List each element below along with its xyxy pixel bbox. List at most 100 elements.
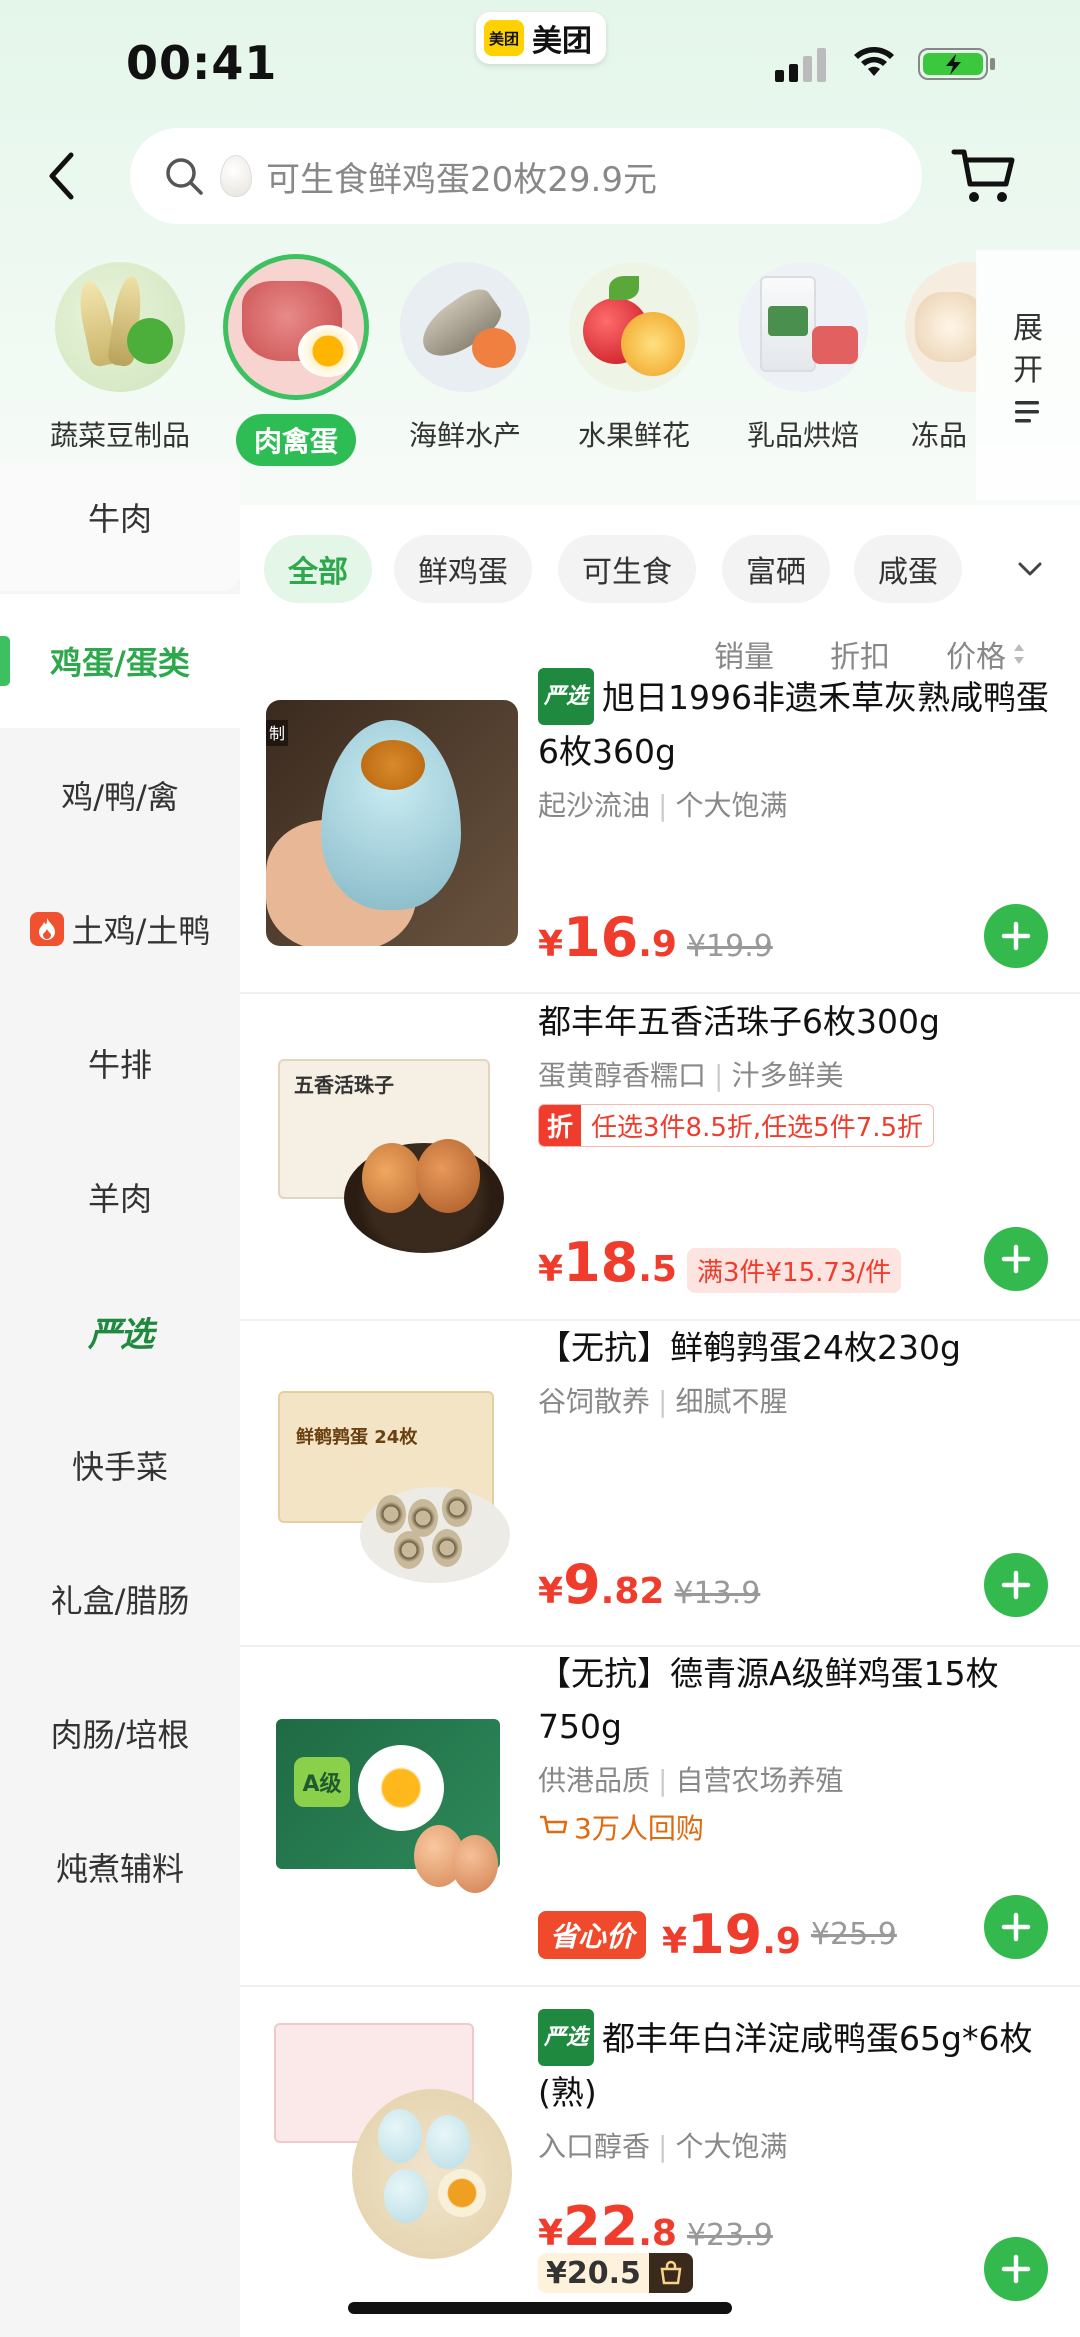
original-price: ¥19.9 [686, 929, 773, 964]
product-image[interactable]: 鲜鹌鹑蛋 24枚 [266, 1339, 518, 1585]
product-price: ¥19.9 [662, 1903, 801, 1966]
category-label: 海鲜水产 [408, 419, 521, 452]
feature-text: 个大饱满 [675, 789, 788, 822]
sidebar-item-eggs[interactable]: 鸡蛋/蛋类 [0, 594, 240, 728]
value-price-badge: 省心价 [538, 1910, 647, 1959]
category-label: 蔬菜豆制品 [49, 419, 190, 452]
filter-chip-salted-eggs[interactable]: 咸蛋 [854, 535, 962, 603]
sidebar-item-label: 炖煮辅料 [55, 1850, 184, 1888]
original-price: ¥23.9 [686, 2218, 773, 2253]
product-features: 供港品质 | 自营农场养殖 [538, 1764, 844, 1797]
product-title: 【无抗】鲜鹌鹑蛋24枚230g [538, 1321, 1058, 1374]
sidebar-item-yanxuan[interactable]: 严选 [0, 1264, 240, 1398]
product-title-text: 都丰年五香活珠子6枚300g [538, 1002, 940, 1041]
sidebar-item-label: 羊肉 [87, 1180, 152, 1218]
filter-chip-all[interactable]: 全部 [264, 535, 372, 603]
sidebar-item-lamb[interactable]: 羊肉 [0, 1130, 240, 1264]
category-meat-eggs-image [223, 254, 369, 400]
sidebar-item-gift-sausage[interactable]: 礼盒/腊肠 [0, 1532, 240, 1666]
egg-icon [220, 155, 252, 197]
product-price: ¥16.9 [538, 906, 677, 969]
feature-text: 起沙流油 [538, 789, 651, 822]
add-to-cart-button[interactable] [984, 1895, 1048, 1959]
product-card[interactable]: 严选 都丰年白洋淀咸鸭蛋65g*6枚(熟) 入口醇香 | 个大饱满 ¥22.8 ¥23… [240, 1989, 1080, 2337]
product-title: 严选 都丰年白洋淀咸鸭蛋65g*6枚(熟) [538, 2009, 1058, 2119]
add-to-cart-button[interactable] [984, 1553, 1048, 1617]
category-fruit-image [569, 262, 699, 392]
sidebar-item-beef[interactable]: 牛肉 [0, 463, 240, 591]
category-meat-eggs[interactable]: 肉禽蛋 [221, 254, 371, 466]
product-info: 【无抗】鲜鹌鹑蛋24枚230g 谷饲散养 | 细腻不腥 [538, 1321, 1058, 1420]
category-seafood-image [400, 262, 530, 392]
category-label: 肉禽蛋 [235, 414, 356, 466]
image-tag: 制 [266, 720, 288, 746]
yanxuan-tag: 严选 [538, 2009, 595, 2066]
sidebar-item-free-range[interactable]: 土鸡/土鸭 [0, 862, 240, 996]
sidebar-item-label: 土鸡/土鸭 [71, 912, 211, 950]
feature-text: 细腻不腥 [675, 1385, 788, 1418]
product-image[interactable]: 五香活珠子 [266, 1013, 518, 1259]
product-title-text: 【无抗】德青源A级鲜鸡蛋15枚750g [538, 1654, 999, 1746]
product-title-text: 【无抗】鲜鹌鹑蛋24枚230g [538, 1328, 961, 1367]
cart-icon[interactable] [950, 144, 1018, 208]
sidebar-item-quick-meals[interactable]: 快手菜 [0, 1398, 240, 1532]
search-input[interactable]: 可生食鲜鸡蛋20枚29.9元 [130, 128, 922, 224]
sidebar-item-steak[interactable]: 牛排 [0, 996, 240, 1130]
category-seafood[interactable]: 海鲜水产 [390, 262, 540, 454]
sidebar-item-label: 肉肠/培根 [50, 1716, 190, 1754]
category-vegetables[interactable]: 蔬菜豆制品 [45, 262, 195, 454]
category-fruit-flowers[interactable]: 水果鲜花 [559, 262, 709, 454]
price-row: ¥22.8 ¥23.9 [538, 2195, 773, 2258]
filter-chip-fresh-eggs[interactable]: 鲜鸡蛋 [394, 535, 532, 603]
search-icon [166, 158, 203, 195]
plus-icon [1001, 921, 1031, 951]
product-features: 起沙流油 | 个大饱满 [538, 789, 788, 822]
member-bag-icon [648, 2253, 693, 2293]
sidebar-item-poultry[interactable]: 鸡/鸭/禽 [0, 728, 240, 862]
meituan-logo-icon: 美团 [484, 20, 524, 56]
product-card[interactable]: 五香活珠子 都丰年五香活珠子6枚300g 蛋黄醇香糯口 | 汁多鲜美 折任选3件8.… [240, 995, 1080, 1321]
add-to-cart-button[interactable] [984, 904, 1048, 968]
back-button[interactable] [36, 146, 86, 206]
expand-categories-button[interactable]: 展 开 [976, 250, 1080, 500]
product-features: 入口醇香 | 个大饱满 [538, 2130, 788, 2163]
expand-label: 展 [1013, 311, 1043, 346]
signal-icon [775, 48, 826, 82]
add-to-cart-button[interactable] [984, 1227, 1048, 1291]
search-placeholder: 可生食鲜鸡蛋20枚29.9元 [266, 159, 657, 200]
add-to-cart-button[interactable] [984, 2237, 1048, 2301]
product-image[interactable]: A级 [266, 1665, 518, 1911]
product-title: 严选 旭日1996非遗禾草灰熟咸鸭蛋6枚360g [538, 668, 1058, 778]
product-image[interactable] [266, 2019, 518, 2265]
product-title-text: 旭日1996非遗禾草灰熟咸鸭蛋6枚360g [538, 678, 1049, 771]
category-frozen[interactable]: 冻品 [897, 262, 977, 454]
filter-chip-selenium[interactable]: 富硒 [722, 535, 830, 603]
feature-text: 汁多鲜美 [731, 1059, 844, 1092]
product-card[interactable]: 制 严选 旭日1996非遗禾草灰熟咸鸭蛋6枚360g 起沙流油 | 个大饱满 ¥16.… [240, 668, 1080, 994]
price-row: ¥16.9 ¥19.9 [538, 906, 773, 969]
list-icon [1015, 401, 1039, 423]
product-features: 谷饲散养 | 细腻不腥 [538, 1385, 788, 1418]
app-indicator[interactable]: 美团 美团 [476, 12, 606, 64]
feature-text: 蛋黄醇香糯口 [538, 1059, 707, 1092]
product-card[interactable]: A级 【无抗】德青源A级鲜鸡蛋15枚750g 供港品质 | 自营农场养殖 3万人回购… [240, 1647, 1080, 1987]
category-dairy-bakery[interactable]: 乳品烘焙 [728, 262, 878, 454]
product-image[interactable]: 制 [266, 700, 518, 946]
product-card[interactable]: 鲜鹌鹑蛋 24枚 【无抗】鲜鹌鹑蛋24枚230g 谷饲散养 | 细腻不腥 ¥9.82… [240, 1321, 1080, 1647]
sidebar-item-sausage-bacon[interactable]: 肉肠/培根 [0, 1666, 240, 1800]
sidebar-item-stew-ingredients[interactable]: 炖煮辅料 [0, 1800, 240, 1934]
product-price: ¥22.8 [538, 2195, 677, 2258]
expand-label: 开 [1013, 353, 1043, 388]
chevron-down-icon[interactable] [1012, 556, 1048, 584]
bulk-price-badge: 满3件¥15.73/件 [686, 1248, 902, 1293]
image-tag: A级 [294, 1757, 350, 1807]
home-indicator [348, 2302, 732, 2314]
price-row: ¥18.5 满3件¥15.73/件 [538, 1231, 902, 1294]
member-price: ¥20.5 [546, 2255, 641, 2291]
image-tag: 鲜鹌鹑蛋 24枚 [296, 1427, 418, 1448]
sidebar-item-label: 鸡/鸭/禽 [61, 778, 179, 816]
filter-chip-raw-edible[interactable]: 可生食 [558, 535, 696, 603]
yanxuan-logo: 严选 [88, 1314, 154, 1355]
repurchase-badge: 3万人回购 [538, 1807, 1058, 1847]
product-title: 都丰年五香活珠子6枚300g [538, 995, 1058, 1048]
